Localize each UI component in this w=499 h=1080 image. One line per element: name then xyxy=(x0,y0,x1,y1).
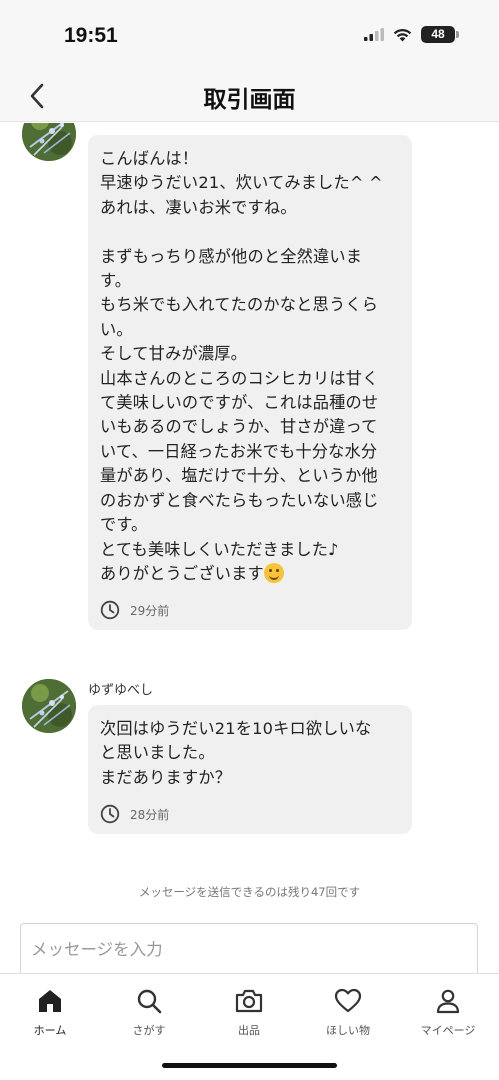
home-icon xyxy=(39,990,61,1012)
message-text: 次回はゆうだい21を10キロ欲しいな と思いました。 まだありますか？ xyxy=(100,719,372,787)
tab-wishlist[interactable]: ほしい物 xyxy=(298,986,398,1038)
message-list[interactable]: こんばんは！ 早速ゆうだい21、炊いてみました^ ^ あれは、凄いお米ですね。 … xyxy=(0,123,499,923)
clock-icon xyxy=(100,805,120,824)
message-bubble: こんばんは！ 早速ゆうだい21、炊いてみました^ ^ あれは、凄いお米ですね。 … xyxy=(88,135,412,631)
search-icon xyxy=(137,989,162,1014)
tab-label: マイページ xyxy=(420,1024,476,1037)
message-timestamp: 29分前 xyxy=(100,600,400,620)
avatar[interactable] xyxy=(22,123,76,161)
tab-label: さがす xyxy=(132,1024,166,1037)
message-timestamp: 28分前 xyxy=(100,804,400,824)
flower-photo-icon xyxy=(22,679,76,733)
status-bar: 19:51 48 xyxy=(0,0,499,70)
sender-name: ゆずゆべし xyxy=(88,683,154,698)
camera-icon xyxy=(235,989,263,1013)
flower-photo-icon xyxy=(22,123,76,161)
clock-icon xyxy=(100,601,120,620)
tab-label: ほしい物 xyxy=(326,1024,370,1037)
message-time: 29分前 xyxy=(130,603,170,618)
tab-home[interactable]: ホーム xyxy=(0,986,100,1038)
page-title: 取引画面 xyxy=(203,87,296,113)
avatar[interactable] xyxy=(22,679,76,733)
status-icons: 48 xyxy=(364,26,459,43)
home-indicator xyxy=(162,1063,337,1068)
tab-search[interactable]: さがす xyxy=(99,986,199,1038)
navigation-bar: 取引画面 xyxy=(0,70,499,122)
battery-icon: 48 xyxy=(421,26,459,43)
heart-icon xyxy=(334,988,362,1013)
tab-label: ホーム xyxy=(33,1024,67,1037)
tab-mypage[interactable]: マイページ xyxy=(398,986,498,1038)
status-time: 19:51 xyxy=(64,24,118,47)
wifi-icon xyxy=(393,28,412,41)
tab-label: 出品 xyxy=(238,1024,260,1037)
tab-sell[interactable]: 出品 xyxy=(199,986,299,1038)
signal-icon xyxy=(364,28,384,41)
message-text-body: こんばんは！ 早速ゆうだい21、炊いてみました^ ^ あれは、凄いお米ですね。 … xyxy=(100,149,383,583)
message-bubble: 次回はゆうだい21を10キロ欲しいな と思いました。 まだありますか？ 28分前 xyxy=(88,705,412,835)
message-text: こんばんは！ 早速ゆうだい21、炊いてみました^ ^ あれは、凄いお米ですね。 … xyxy=(100,147,400,586)
smiling-face-emoji-icon xyxy=(263,562,284,583)
person-icon xyxy=(436,989,460,1014)
message-time: 28分前 xyxy=(130,807,170,822)
remaining-messages-notice: メッセージを送信できるのは残り47回です xyxy=(138,885,361,899)
